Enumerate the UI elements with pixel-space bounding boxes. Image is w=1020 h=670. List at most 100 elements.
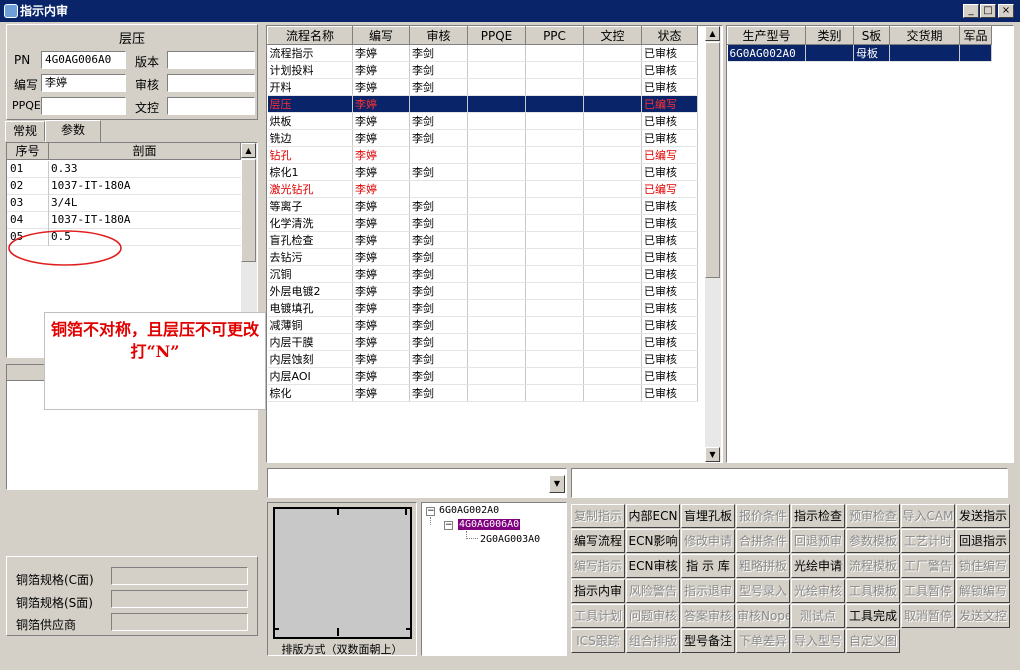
param-row[interactable]: 03 3/4L bbox=[7, 195, 241, 212]
action-button[interactable]: 取消暂停 bbox=[901, 604, 955, 628]
action-button[interactable]: 内部ECN bbox=[626, 504, 680, 528]
process-header[interactable]: 状态 bbox=[641, 26, 698, 45]
action-button[interactable]: 复制指示 bbox=[571, 504, 625, 528]
process-row[interactable]: 电镀填孔 李婷 李剑 已审核 bbox=[267, 299, 698, 317]
process-row[interactable]: 棕化 李婷 李剑 已审核 bbox=[267, 384, 698, 402]
process-header[interactable]: 审核 bbox=[409, 26, 468, 45]
tree-collapse-icon[interactable]: − bbox=[444, 521, 453, 530]
action-button[interactable]: 工艺计时 bbox=[901, 529, 955, 553]
process-header[interactable]: PPC bbox=[525, 26, 584, 45]
process-row[interactable]: 开料 李婷 李剑 已审核 bbox=[267, 78, 698, 96]
action-button[interactable]: 风险警告 bbox=[626, 579, 680, 603]
action-button[interactable]: 编写流程 bbox=[571, 529, 625, 553]
tree-leaf[interactable]: 2G0AG003A0 bbox=[480, 534, 540, 545]
process-header[interactable]: 编写 bbox=[352, 26, 410, 45]
ppqe-field[interactable] bbox=[41, 97, 126, 115]
process-row[interactable]: 减薄铜 李婷 李剑 已审核 bbox=[267, 316, 698, 334]
param-header-no[interactable]: 序号 bbox=[7, 143, 49, 160]
minimize-button[interactable]: _ bbox=[963, 4, 979, 18]
process-row[interactable]: 铣边 李婷 李剑 已审核 bbox=[267, 129, 698, 147]
action-button[interactable]: 导入型号 bbox=[791, 629, 845, 653]
action-button[interactable]: 审核Nope bbox=[736, 604, 790, 628]
copper-c-field[interactable] bbox=[111, 567, 248, 585]
param-header-section[interactable]: 剖面 bbox=[49, 143, 241, 160]
action-button[interactable]: 型号录入 bbox=[736, 579, 790, 603]
scroll-up-arrow-icon[interactable]: ▲ bbox=[705, 26, 720, 41]
close-button[interactable]: × bbox=[998, 4, 1014, 18]
process-row[interactable]: 外层电镀2 李婷 李剑 已审核 bbox=[267, 282, 698, 300]
scroll-up-arrow-icon[interactable]: ▲ bbox=[241, 143, 256, 158]
version-field[interactable] bbox=[167, 51, 255, 69]
action-button[interactable]: 型号备注 bbox=[681, 629, 735, 653]
process-row[interactable]: 去钻污 李婷 李剑 已审核 bbox=[267, 248, 698, 266]
process-row[interactable]: 棕化1 李婷 李剑 已审核 bbox=[267, 163, 698, 181]
product-header[interactable]: S板 bbox=[853, 26, 890, 45]
process-row[interactable]: 盲孔检查 李婷 李剑 已审核 bbox=[267, 231, 698, 249]
action-button[interactable]: 工具模板 bbox=[846, 579, 900, 603]
scroll-thumb[interactable] bbox=[241, 159, 256, 262]
product-header[interactable]: 类别 bbox=[805, 26, 854, 45]
action-button[interactable]: 盲埋孔板 bbox=[681, 504, 735, 528]
process-row[interactable]: 流程指示 李婷 李剑 已审核 bbox=[267, 44, 698, 62]
action-button[interactable]: ICS跟踪 bbox=[571, 629, 625, 653]
action-button[interactable]: 指示内审 bbox=[571, 579, 625, 603]
action-button[interactable]: 指 示 库 bbox=[681, 554, 735, 578]
pn-field[interactable]: 4G0AG006A0 bbox=[41, 51, 126, 69]
tab-general[interactable]: 常规 bbox=[5, 121, 45, 141]
product-row[interactable]: 6G0AG002A0 母板 bbox=[727, 44, 992, 62]
action-button[interactable]: ECN审核 bbox=[626, 554, 680, 578]
action-button[interactable]: 流程模板 bbox=[846, 554, 900, 578]
process-row[interactable]: 烘板 李婷 李剑 已审核 bbox=[267, 112, 698, 130]
action-button[interactable]: 编写指示 bbox=[571, 554, 625, 578]
action-button[interactable]: 组合排版 bbox=[626, 629, 680, 653]
process-row[interactable]: 沉铜 李婷 李剑 已审核 bbox=[267, 265, 698, 283]
action-button[interactable]: 发送指示 bbox=[956, 504, 1010, 528]
action-button[interactable]: 发送文控 bbox=[956, 604, 1010, 628]
process-combo[interactable]: ▼ bbox=[267, 468, 567, 498]
chevron-down-icon[interactable]: ▼ bbox=[549, 475, 565, 493]
action-button[interactable]: 工具完成 bbox=[846, 604, 900, 628]
param-row[interactable]: 04 1037-IT-180A bbox=[7, 212, 241, 229]
action-button[interactable]: 预审检查 bbox=[846, 504, 900, 528]
action-button[interactable]: 回退指示 bbox=[956, 529, 1010, 553]
action-button[interactable]: 测试点 bbox=[791, 604, 845, 628]
note-input[interactable] bbox=[571, 468, 1008, 498]
action-button[interactable]: 导入CAM bbox=[901, 504, 955, 528]
copper-vendor-field[interactable] bbox=[111, 613, 248, 631]
process-header[interactable]: PPQE bbox=[467, 26, 526, 45]
process-row[interactable]: 内层干膜 李婷 李剑 已审核 bbox=[267, 333, 698, 351]
action-button[interactable]: 指示检查 bbox=[791, 504, 845, 528]
copper-s-field[interactable] bbox=[111, 590, 248, 608]
action-button[interactable]: 解锁编写 bbox=[956, 579, 1010, 603]
tree-root[interactable]: 6G0AG002A0 bbox=[439, 505, 499, 516]
process-header[interactable]: 文控 bbox=[583, 26, 642, 45]
product-header[interactable]: 军品 bbox=[959, 26, 992, 45]
action-button[interactable]: 光绘申请 bbox=[791, 554, 845, 578]
process-row[interactable]: 等离子 李婷 李剑 已审核 bbox=[267, 197, 698, 215]
process-scrollbar[interactable]: ▲ ▼ bbox=[705, 26, 721, 462]
tree-child-selected[interactable]: 4G0AG006A0 bbox=[458, 519, 521, 530]
param-row[interactable]: 01 0.33 bbox=[7, 161, 241, 178]
process-row[interactable]: 内层AOI 李婷 李剑 已审核 bbox=[267, 367, 698, 385]
product-header[interactable]: 生产型号 bbox=[727, 26, 806, 45]
action-button[interactable]: 问题审核 bbox=[626, 604, 680, 628]
doc-field[interactable] bbox=[167, 97, 255, 115]
scroll-thumb[interactable] bbox=[705, 42, 720, 278]
process-row[interactable]: 内层蚀刻 李婷 李剑 已审核 bbox=[267, 350, 698, 368]
action-button[interactable]: 下单差异 bbox=[736, 629, 790, 653]
maximize-button[interactable]: □ bbox=[980, 4, 996, 18]
process-row[interactable]: 计划投料 李婷 李剑 已审核 bbox=[267, 61, 698, 79]
action-button[interactable]: ECN影响 bbox=[626, 529, 680, 553]
action-button[interactable]: 报价条件 bbox=[736, 504, 790, 528]
action-button[interactable]: 工具计划 bbox=[571, 604, 625, 628]
product-header[interactable]: 交货期 bbox=[889, 26, 960, 45]
action-button[interactable]: 回退预审 bbox=[791, 529, 845, 553]
action-button[interactable]: 自定义图 bbox=[846, 629, 900, 653]
action-button[interactable]: 锁住编写 bbox=[956, 554, 1010, 578]
process-row[interactable]: 钻孔 李婷 已编写 bbox=[267, 146, 698, 164]
action-button[interactable]: 工具暂停 bbox=[901, 579, 955, 603]
action-button[interactable]: 光绘审核 bbox=[791, 579, 845, 603]
process-row[interactable]: 激光钻孔 李婷 已编写 bbox=[267, 180, 698, 198]
action-button[interactable]: 工厂警告 bbox=[901, 554, 955, 578]
tab-params[interactable]: 参数 bbox=[45, 120, 101, 142]
